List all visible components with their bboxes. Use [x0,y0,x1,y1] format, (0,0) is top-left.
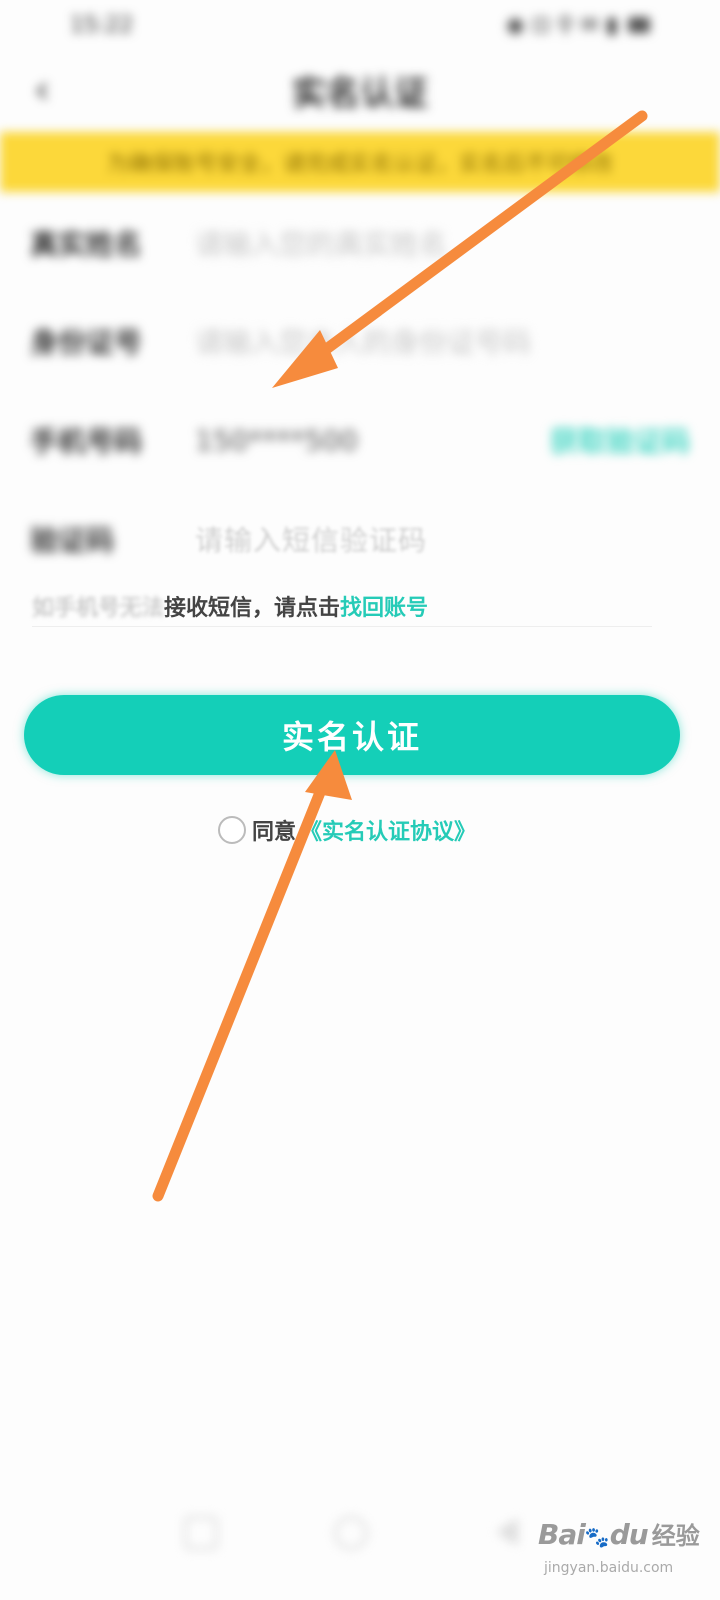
watermark: Bai🐾du 经验 jingyan.baidu.com [538,1516,708,1586]
verify-submit-button[interactable]: 实名认证 [24,695,680,775]
notice-banner: 为确保账号安全，请完成实名认证，实名后不可修改 [0,132,720,192]
watermark-url: jingyan.baidu.com [544,1560,674,1576]
watermark-brand-2: du [609,1518,649,1551]
agreement-row: 同意 《实名认证协议》 [218,812,476,848]
name-row: 真实姓名 请输入您的真实姓名 [30,208,690,278]
status-icons: ◉ ⊡ ⚲ ✉ ▮ [506,13,650,38]
paw-icon: 🐾 [584,1525,610,1549]
code-row: 验证码 请输入短信验证码 [30,504,690,574]
status-right-text: ◉ ⊡ ⚲ ✉ ▮ [505,12,618,38]
id-label: 身份证号 [30,326,143,359]
page-title: 实名认证 [292,73,428,114]
hint-text: 接收短信，请点击 [164,595,341,621]
phone-row: 手机号码 150****500 获取验证码 [30,405,690,475]
radio-unchecked-icon[interactable] [218,816,246,844]
id-input[interactable]: 请输入您本人的身份证号码 [195,321,690,361]
status-bar: 15:22 ◉ ⊡ ⚲ ✉ ▮ [0,0,720,50]
recover-account-link[interactable]: 找回账号 [340,590,428,622]
name-input[interactable]: 请输入您的真实姓名 [195,223,690,263]
phone-input[interactable]: 150****500 [195,424,550,457]
recovery-hint: 如手机号无法 接收短信，请点击 找回账号 [32,586,652,627]
agreement-link[interactable]: 《实名认证协议》 [300,814,476,846]
phone-label: 手机号码 [30,425,143,458]
hint-faded-text: 如手机号无法 [32,595,165,621]
agree-label: 同意 [252,819,297,845]
watermark-cn: 经验 [651,1522,700,1550]
id-row: 身份证号 请输入您本人的身份证号码 [30,306,690,376]
name-label: 真实姓名 [30,228,143,261]
battery-icon [628,17,650,33]
navigation-bar: ‹ 实名认证 [0,55,720,125]
code-input[interactable]: 请输入短信验证码 [195,519,690,559]
recent-apps-icon[interactable] [184,1516,218,1550]
code-label: 验证码 [30,524,115,557]
status-time: 15:22 [70,12,134,38]
back-button[interactable]: ‹ [34,65,50,115]
back-triangle-icon[interactable] [490,1516,524,1550]
send-code-button[interactable]: 获取验证码 [550,420,690,460]
watermark-brand: Bai [538,1518,586,1551]
home-icon[interactable] [334,1516,368,1550]
